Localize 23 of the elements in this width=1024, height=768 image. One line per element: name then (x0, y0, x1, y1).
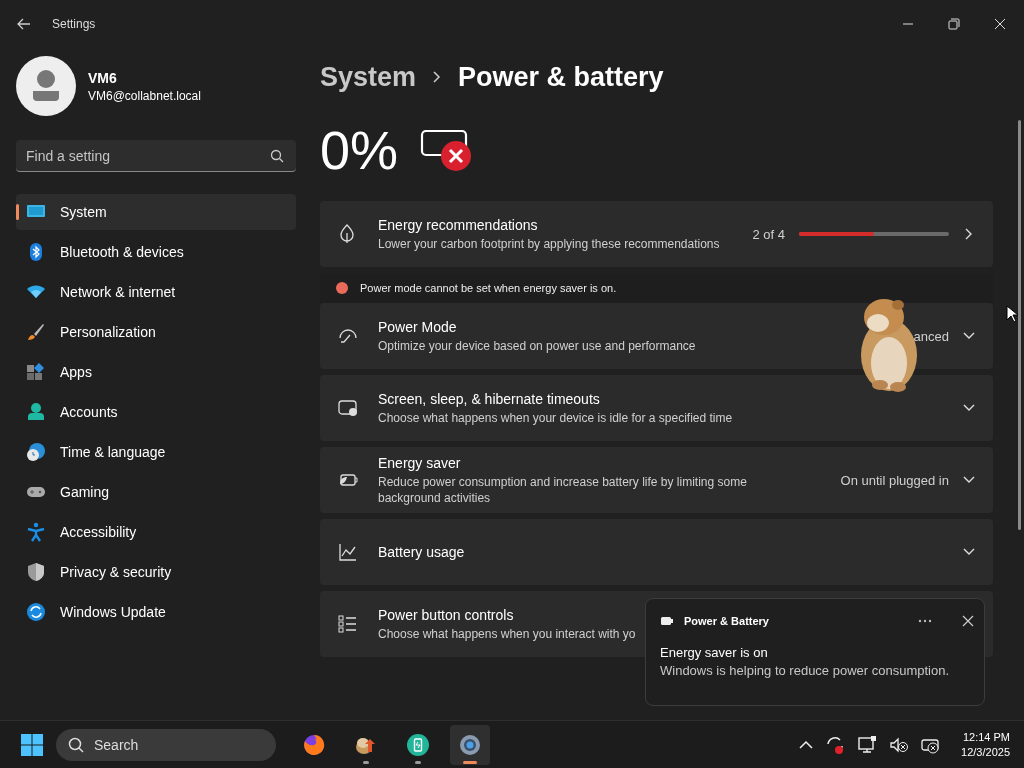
account-name: VM6 (88, 69, 118, 86)
dropdown-value: On until plugged in (840, 472, 949, 488)
warning-message: Power mode cannot be set when energy saver is on. (360, 282, 617, 294)
card-title: Power button controls (378, 606, 514, 623)
battery-percentage: 0% (320, 119, 399, 181)
account-email: VM6@collabnet.local (88, 88, 201, 103)
card-title: Battery usage (378, 544, 465, 560)
notification-app-name: Power & Battery (684, 615, 770, 627)
notification-message: Windows is helping to reduce power consumption. (660, 663, 951, 678)
window-title: Settings (52, 17, 96, 31)
card-title: Energy saver (378, 454, 461, 471)
card-description: Optimize your device based on power use and performance (378, 337, 697, 354)
card-description: Choose what happens when your device is idle for a specified time (378, 409, 734, 426)
card-title: Energy recommendations (378, 216, 538, 233)
dropdown-value: anced (913, 328, 949, 344)
notification-title: Energy saver is on (660, 645, 769, 660)
card-description: Choose what happens when you interact with yo (378, 625, 637, 642)
card-description: Lower your carbon footprint by applying these recommendations (378, 235, 721, 252)
page-title: Power & battery (458, 61, 664, 93)
card-title: Screen, sleep, & hibernate timeouts (378, 390, 600, 407)
card-description: Reduce power consumption and increase battery life by limiting some background activities (378, 473, 748, 506)
card-title: Power Mode (378, 318, 457, 335)
progress-count: 2 of 4 (752, 226, 785, 242)
